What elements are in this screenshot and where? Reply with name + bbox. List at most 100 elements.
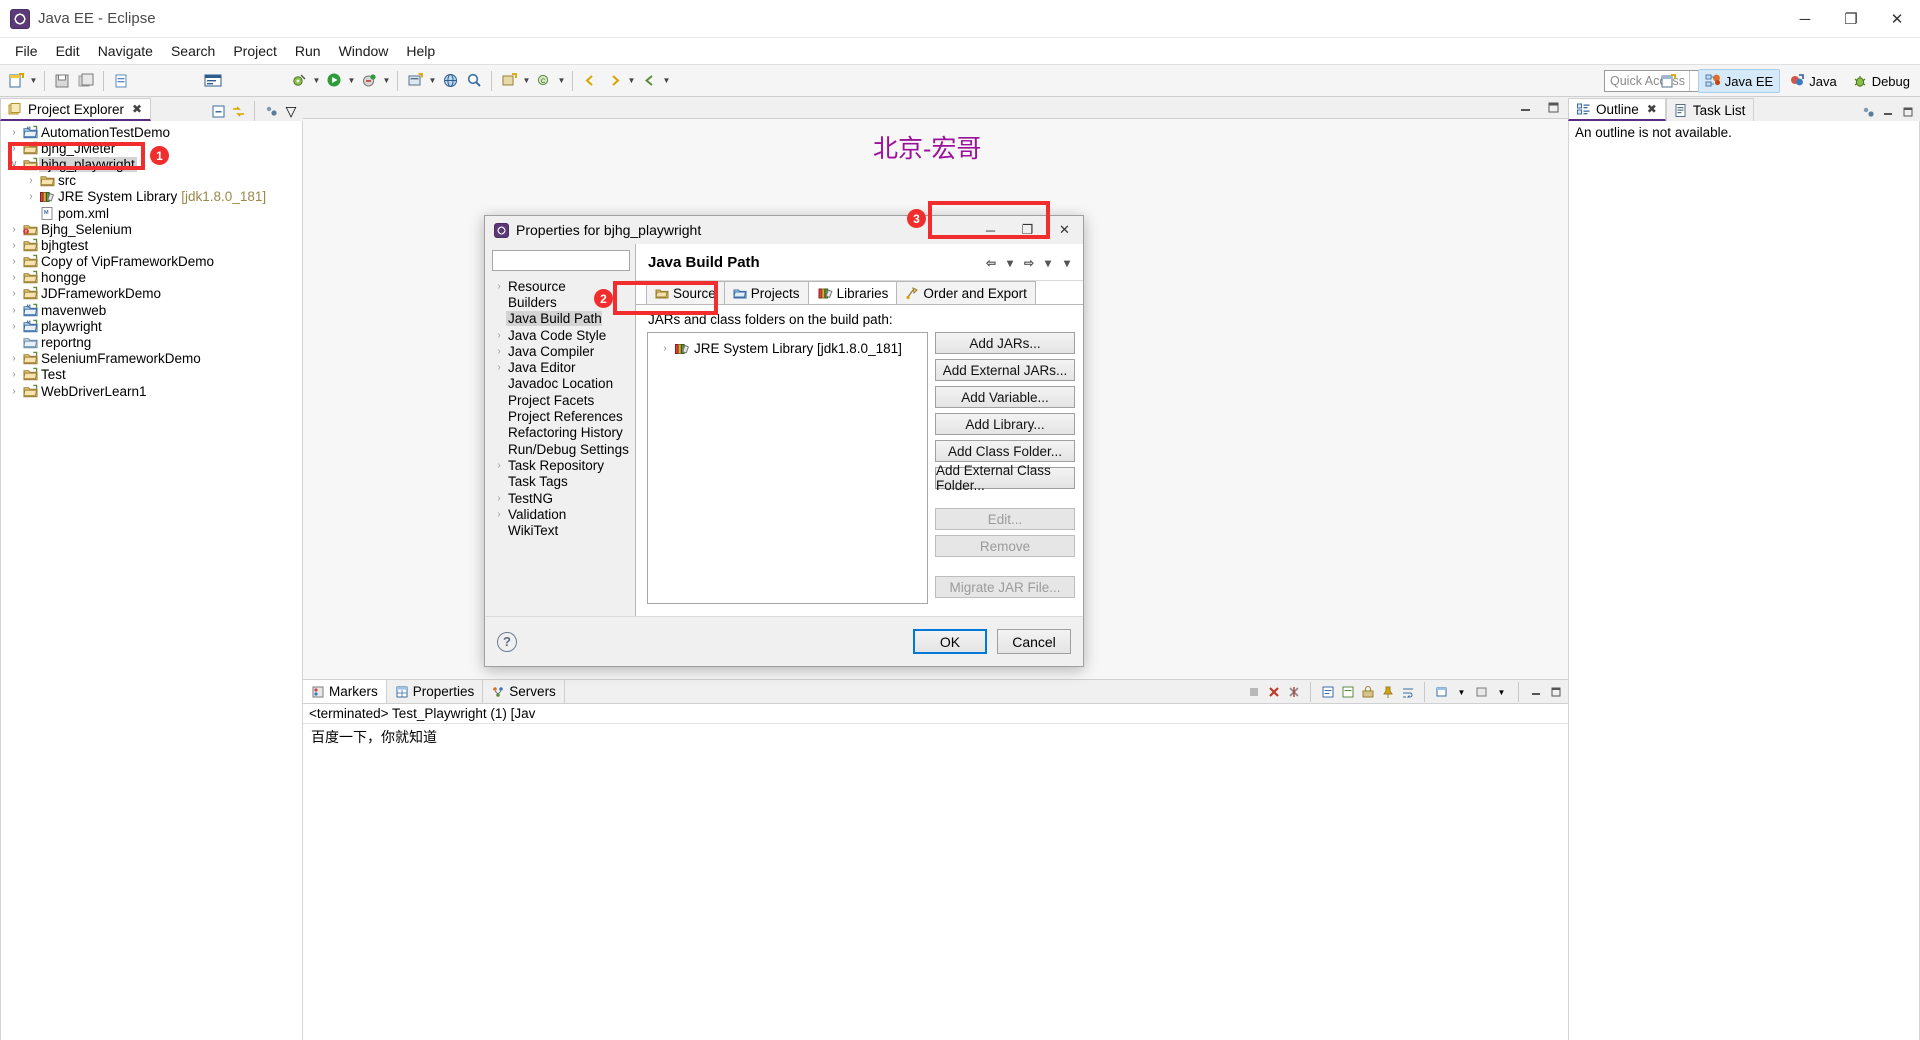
dialog-maximize-button[interactable]: ❐	[1009, 216, 1046, 244]
project-tree-row[interactable]: reportng	[1, 334, 302, 350]
view-menu-icon[interactable]	[1859, 103, 1877, 121]
menu-navigate[interactable]: Navigate	[89, 40, 162, 62]
link-with-editor-icon[interactable]	[229, 102, 247, 120]
previous-annotation-icon[interactable]	[579, 70, 601, 92]
new-server-icon[interactable]	[404, 70, 426, 92]
maximize-button[interactable]: ❐	[1828, 0, 1874, 38]
chevron-right-icon[interactable]: ›	[492, 362, 506, 373]
help-icon[interactable]: ?	[497, 631, 517, 652]
properties-tree-row[interactable]: Task Tags	[492, 474, 630, 490]
back-dropdown-icon[interactable]: ▾	[1002, 255, 1018, 271]
jars-button-add-external-jars[interactable]: Add External JARs...	[935, 359, 1075, 381]
properties-tree-row[interactable]: › Java Code Style	[492, 327, 630, 343]
chevron-right-icon[interactable]: ›	[492, 493, 506, 504]
new-server-dropdown-icon[interactable]: ▼	[427, 70, 438, 92]
chevron-right-icon[interactable]: ›	[7, 321, 21, 332]
chevron-right-icon[interactable]: ›	[7, 353, 21, 364]
menu-search[interactable]: Search	[162, 40, 224, 62]
maximize-outline-icon[interactable]	[1899, 103, 1917, 121]
minimize-editor-icon[interactable]	[1516, 99, 1534, 117]
menu-window[interactable]: Window	[330, 40, 398, 62]
external-tools-dropdown-icon[interactable]: ▼	[381, 70, 392, 92]
run-dropdown-icon[interactable]: ▼	[346, 70, 357, 92]
back-icon[interactable]	[638, 70, 660, 92]
page-menu-icon[interactable]: ▾	[1059, 255, 1075, 271]
console-view-1-icon[interactable]	[1319, 683, 1336, 701]
chevron-right-icon[interactable]: ›	[658, 343, 672, 354]
new-class-dropdown-icon[interactable]: ▼	[556, 70, 567, 92]
chevron-right-icon[interactable]: ›	[492, 281, 506, 292]
menu-run[interactable]: Run	[286, 40, 330, 62]
properties-tree-row[interactable]: WikiText	[492, 522, 630, 538]
new-java-package-icon[interactable]	[498, 70, 520, 92]
tab-project-explorer[interactable]: Project Explorer ✖	[0, 98, 152, 121]
project-tree-row[interactable]: › JRE System Library [jdk1.8.0_181]	[1, 189, 302, 205]
project-tree-row[interactable]: Mpom.xml	[1, 205, 302, 221]
jar-list-row[interactable]: › JRE System Library [jdk1.8.0_181]	[652, 339, 923, 357]
minimize-view-icon[interactable]: ▽	[282, 102, 300, 120]
ok-button[interactable]: OK	[913, 629, 987, 654]
new-wizard-dropdown-icon[interactable]: ▼	[28, 70, 39, 92]
chevron-right-icon[interactable]: ›	[7, 305, 21, 316]
tab-markers[interactable]: Markers	[303, 680, 387, 703]
chevron-right-icon[interactable]: ›	[7, 272, 21, 283]
project-tree-row[interactable]: › Copy of VipFrameworkDemo	[1, 254, 302, 270]
properties-tree-row[interactable]: › TestNG	[492, 490, 630, 506]
minimize-button[interactable]: ─	[1782, 0, 1828, 38]
chevron-right-icon[interactable]: ›	[7, 386, 21, 397]
forward-icon[interactable]: ⇨	[1021, 255, 1037, 271]
menu-help[interactable]: Help	[397, 40, 444, 62]
project-tree-row[interactable]: › SeleniumFrameworkDemo	[1, 351, 302, 367]
forward-dropdown-icon[interactable]: ▾	[1040, 255, 1056, 271]
properties-tree[interactable]: › Resource Builders Java Build Path › Java Co…	[492, 278, 630, 616]
chevron-right-icon[interactable]: ›	[7, 240, 21, 251]
terminal-icon[interactable]	[202, 70, 224, 92]
back-icon[interactable]: ⇦	[983, 255, 999, 271]
menu-file[interactable]: File	[6, 40, 47, 62]
open-console-icon[interactable]	[1433, 683, 1450, 701]
properties-tree-row[interactable]: › Validation	[492, 506, 630, 522]
chevron-right-icon[interactable]: ›	[7, 224, 21, 235]
terminate-icon[interactable]	[1265, 683, 1282, 701]
project-tree-row[interactable]: › src	[1, 173, 302, 189]
menu-project[interactable]: Project	[224, 40, 286, 62]
chevron-right-icon[interactable]: ›	[24, 175, 38, 186]
perspective-java[interactable]: Java	[1783, 70, 1842, 92]
tab-order-and-export[interactable]: Order and Export	[896, 281, 1036, 304]
menu-edit[interactable]: Edit	[47, 40, 89, 62]
view-menu-icon[interactable]	[262, 102, 280, 120]
project-tree-row[interactable]: › WebDriverLearn1	[1, 383, 302, 399]
dialog-minimize-button[interactable]: ─	[972, 216, 1009, 244]
maximize-editor-icon[interactable]	[1544, 99, 1562, 117]
minimize-console-icon[interactable]	[1527, 683, 1544, 701]
cancel-button[interactable]: Cancel	[997, 629, 1071, 654]
next-annotation-dropdown-icon[interactable]: ▼	[626, 70, 637, 92]
close-button[interactable]: ✕	[1874, 0, 1920, 38]
properties-tree-row[interactable]: › Java Editor	[492, 359, 630, 375]
properties-tree-row[interactable]: Javadoc Location	[492, 376, 630, 392]
debug-icon[interactable]	[288, 70, 310, 92]
close-icon[interactable]: ✖	[132, 102, 142, 116]
chevron-right-icon[interactable]: ›	[7, 256, 21, 267]
project-tree-row[interactable]: › bjhgtest	[1, 237, 302, 253]
chevron-right-icon[interactable]: ›	[7, 288, 21, 299]
perspective-debug[interactable]: Debug	[1846, 70, 1916, 92]
console-view-2-icon[interactable]	[1339, 683, 1356, 701]
tab-task-list[interactable]: Task List	[1665, 98, 1755, 121]
project-tree-row[interactable]: › M AutomationTestDemo	[1, 124, 302, 140]
dialog-close-button[interactable]: ✕	[1046, 216, 1083, 244]
new-file-icon[interactable]	[110, 70, 132, 92]
tab-properties[interactable]: Properties	[387, 680, 484, 703]
project-tree-row[interactable]: › Test	[1, 367, 302, 383]
tab-projects[interactable]: Projects	[723, 281, 809, 304]
close-icon[interactable]: ✖	[1647, 102, 1657, 116]
web-browser-icon[interactable]	[439, 70, 461, 92]
chevron-down-icon[interactable]: ∨	[7, 159, 21, 170]
open-perspective-icon[interactable]	[1658, 70, 1680, 92]
chevron-right-icon[interactable]: ›	[492, 509, 506, 520]
back-dropdown-icon[interactable]: ▼	[661, 70, 672, 92]
properties-tree-row[interactable]: › Java Compiler	[492, 343, 630, 359]
pin-console-icon[interactable]	[1379, 683, 1396, 701]
scroll-lock-icon[interactable]	[1359, 683, 1376, 701]
run-icon[interactable]	[323, 70, 345, 92]
